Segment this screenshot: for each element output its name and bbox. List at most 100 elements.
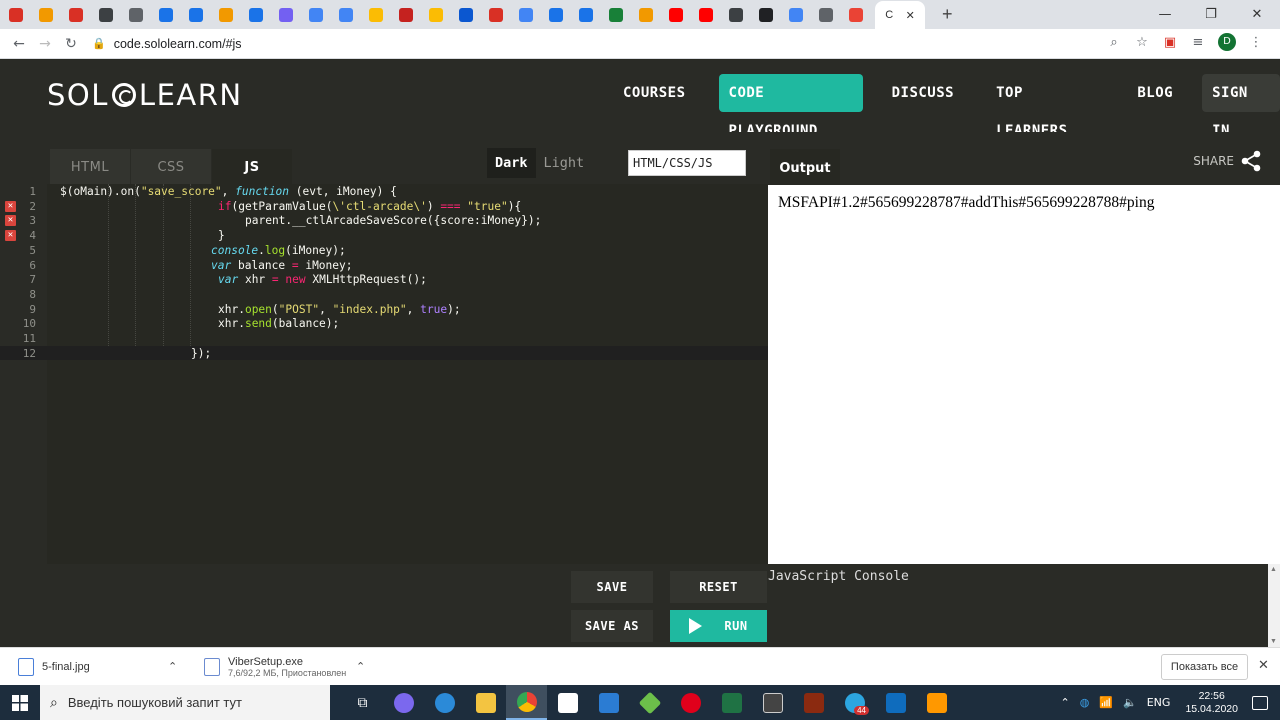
code-line[interactable]: ✕ 3 parent.__ctlArcadeSaveScore({score:iMo…: [0, 213, 768, 228]
tab-html[interactable]: HTML: [50, 149, 130, 185]
browser-tab[interactable]: [635, 4, 657, 26]
git-icon[interactable]: [629, 685, 670, 720]
back-icon[interactable]: ←: [6, 36, 32, 52]
run-button[interactable]: RUN: [670, 610, 767, 642]
browser-tab[interactable]: [755, 4, 777, 26]
browser-tab[interactable]: [125, 4, 147, 26]
browser-tab[interactable]: [575, 4, 597, 26]
nav-discuss[interactable]: DISCUSS: [879, 74, 968, 112]
browser-tab[interactable]: [215, 4, 237, 26]
browser-tab[interactable]: [335, 4, 357, 26]
browser-tab-active[interactable]: C ✕: [875, 1, 925, 29]
theme-light-button[interactable]: Light: [536, 148, 593, 178]
close-window-button[interactable]: ✕: [1234, 0, 1280, 29]
show-all-button[interactable]: Показать все: [1161, 654, 1248, 680]
output-tab[interactable]: Output: [770, 149, 840, 185]
language-indicator[interactable]: ENG: [1147, 696, 1171, 709]
code-line[interactable]: 9 xhr.open("POST", "index.php", true);: [0, 302, 768, 317]
save-button[interactable]: SAVE: [571, 571, 653, 603]
browser-tab[interactable]: [65, 4, 87, 26]
photos-icon[interactable]: [875, 685, 916, 720]
theme-dark-button[interactable]: Dark: [487, 148, 536, 178]
browser-tab[interactable]: [245, 4, 267, 26]
nav-blog[interactable]: BLOG: [1124, 74, 1186, 112]
browser-tab[interactable]: [185, 4, 207, 26]
cortana-icon[interactable]: [383, 685, 424, 720]
close-tab-icon[interactable]: ✕: [906, 9, 915, 22]
volume-icon[interactable]: 🔈: [1123, 696, 1137, 709]
browser-tab[interactable]: [305, 4, 327, 26]
language-select[interactable]: HTML/CSS/JS: [628, 150, 746, 176]
browser-tab[interactable]: [815, 4, 837, 26]
code-line[interactable]: 11: [0, 331, 768, 346]
reload-icon[interactable]: ↻: [58, 36, 84, 52]
nav-top-learners[interactable]: TOP LEARNERS: [983, 74, 1108, 139]
notification-icon[interactable]: [1252, 695, 1268, 710]
code-line[interactable]: ✕ 4}: [0, 228, 768, 243]
browser-tab[interactable]: [785, 4, 807, 26]
maximize-button[interactable]: ❐: [1188, 0, 1234, 29]
code-line[interactable]: 1 $(oMain).on("save_score", function (evt…: [0, 184, 768, 199]
tab-js[interactable]: JS: [212, 149, 292, 185]
browser-tab[interactable]: [365, 4, 387, 26]
reading-list-icon[interactable]: ≡: [1184, 35, 1212, 50]
error-marker-icon[interactable]: ✕: [5, 230, 16, 242]
chevron-up-icon[interactable]: ⌃: [168, 660, 177, 673]
code-editor[interactable]: 1 $(oMain).on("save_score", function (evt…: [0, 184, 768, 564]
forward-icon[interactable]: →: [32, 36, 58, 52]
browser-tab[interactable]: [845, 4, 867, 26]
bookmark-star-icon[interactable]: ☆: [1128, 35, 1156, 50]
network-status-icon[interactable]: ◍: [1080, 696, 1090, 709]
browser-tab[interactable]: [95, 4, 117, 26]
excel-icon[interactable]: [711, 685, 752, 720]
chevron-up-icon[interactable]: ⌃: [356, 660, 365, 673]
browser-tab[interactable]: [695, 4, 717, 26]
sololearn-logo[interactable]: SOL LEARN: [47, 78, 243, 112]
console-scrollbar[interactable]: [1268, 564, 1280, 647]
error-marker-icon[interactable]: ✕: [5, 215, 16, 227]
store-icon[interactable]: [547, 685, 588, 720]
telegram-icon[interactable]: 44: [834, 685, 875, 720]
code-line[interactable]: 10 xhr.send(balance);: [0, 316, 768, 331]
calculator-icon[interactable]: [752, 685, 793, 720]
tab-css[interactable]: CSS: [131, 149, 211, 185]
browser-tab[interactable]: [5, 4, 27, 26]
browser-tab[interactable]: [395, 4, 417, 26]
new-tab-button[interactable]: +: [942, 4, 953, 25]
sign-in-button[interactable]: SIGN IN: [1202, 74, 1280, 139]
start-button[interactable]: [0, 685, 40, 720]
close-icon[interactable]: ✕: [1258, 658, 1269, 673]
save-as-button[interactable]: SAVE AS: [571, 610, 653, 642]
browser-tab[interactable]: [275, 4, 297, 26]
nav-code-playground[interactable]: CODE PLAYGROUND: [718, 74, 863, 139]
code-line[interactable]: 6 var balance = iMoney;: [0, 258, 768, 273]
download-item[interactable]: 5-final.jpg ⌃: [18, 648, 177, 686]
reset-button[interactable]: RESET: [670, 571, 767, 603]
opera-icon[interactable]: [670, 685, 711, 720]
browser-tab[interactable]: [605, 4, 627, 26]
download-item[interactable]: ViberSetup.exe 7,6/92,2 МБ, Приостановле…: [204, 648, 365, 686]
share-button[interactable]: SHARE: [1193, 150, 1262, 172]
file-explorer-icon[interactable]: [465, 685, 506, 720]
code-line[interactable]: 5 console.log(iMoney);: [0, 243, 768, 258]
extension-icon[interactable]: ▣: [1156, 35, 1184, 50]
code-line[interactable]: 8: [0, 287, 768, 302]
profile-avatar[interactable]: D: [1218, 33, 1236, 51]
chevron-up-icon[interactable]: ⌃: [1061, 696, 1070, 709]
code-line[interactable]: 7 var xhr = new XMLHttpRequest();: [0, 272, 768, 287]
edge-icon[interactable]: [424, 685, 465, 720]
error-marker-icon[interactable]: ✕: [5, 200, 16, 212]
clock[interactable]: 22:56 15.04.2020: [1185, 690, 1238, 716]
browser-tab[interactable]: [155, 4, 177, 26]
chrome-icon[interactable]: [506, 685, 547, 720]
wifi-icon[interactable]: 📶: [1099, 696, 1113, 709]
nav-courses[interactable]: COURSES: [610, 74, 699, 112]
browser-tab[interactable]: [545, 4, 567, 26]
zoom-icon[interactable]: ⌕: [1100, 35, 1128, 50]
browser-tab[interactable]: [485, 4, 507, 26]
browser-tab[interactable]: [725, 4, 747, 26]
browser-tab[interactable]: [665, 4, 687, 26]
mail-icon[interactable]: [588, 685, 629, 720]
code-line[interactable]: 12});: [0, 345, 768, 361]
task-view-icon[interactable]: ⧉: [342, 685, 383, 720]
